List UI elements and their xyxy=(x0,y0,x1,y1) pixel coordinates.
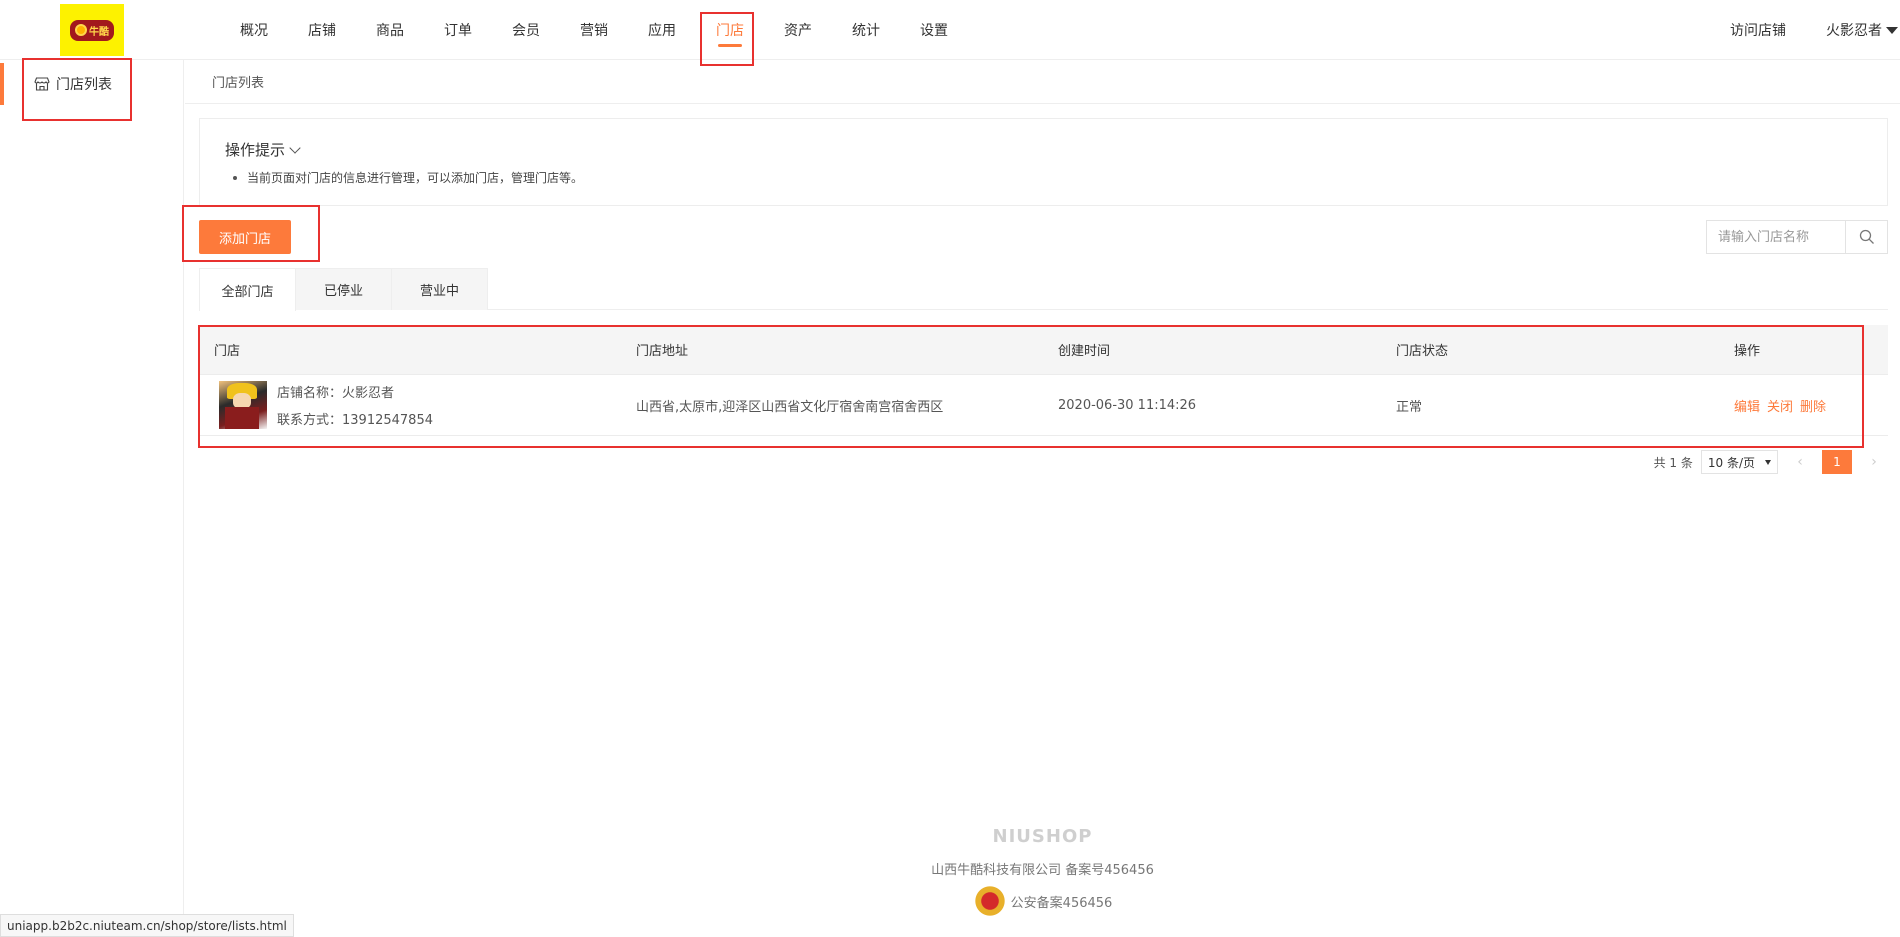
footer: NIUSHOP 山西牛酷科技有限公司 备案号456456 公安备案456456 xyxy=(185,826,1900,918)
status-bar-url: uniapp.b2b2c.niuteam.cn/shop/store/lists… xyxy=(0,914,294,937)
active-underline xyxy=(718,44,742,47)
breadcrumb-current: 门店列表 xyxy=(212,76,265,91)
search-button[interactable] xyxy=(1845,221,1887,253)
close-link[interactable]: 关闭 xyxy=(1767,396,1793,415)
tab-open[interactable]: 营业中 xyxy=(391,268,488,310)
active-indicator xyxy=(0,63,4,105)
store-status-tabs: 全部门店 已停业 营业中 xyxy=(199,268,1888,311)
nav-label: 概况 xyxy=(240,23,268,39)
store-name: 店铺名称：火影忍者 xyxy=(277,386,395,401)
header-actions: 操作 xyxy=(1734,344,1761,359)
search-input[interactable] xyxy=(1707,221,1845,253)
nav-item-goods[interactable]: 商品 xyxy=(356,0,424,60)
footer-brand: NIUSHOP xyxy=(992,826,1093,847)
sidebar: 门店列表 xyxy=(0,60,184,937)
header-status: 门店状态 xyxy=(1396,344,1449,359)
store-avatar xyxy=(219,381,267,429)
caret-down-icon xyxy=(1886,26,1898,34)
nav-item-settings[interactable]: 设置 xyxy=(900,0,968,60)
top-right-area: 访问店铺 火影忍者 xyxy=(1730,0,1900,60)
nav-label: 会员 xyxy=(512,23,540,39)
page-size-value: 10 条/页 xyxy=(1707,455,1755,470)
nav-item-members[interactable]: 会员 xyxy=(492,0,560,60)
username: 火影忍者 xyxy=(1826,23,1882,39)
cell-actions: 编辑 关闭 删除 xyxy=(1719,396,1888,415)
page-number[interactable]: 1 xyxy=(1822,450,1852,474)
header-store: 门店 xyxy=(214,344,241,359)
nav-item-assets[interactable]: 资产 xyxy=(764,0,832,60)
nav-item-orders[interactable]: 订单 xyxy=(424,0,492,60)
store-contact: 联系方式：13912547854 xyxy=(277,413,433,428)
nav-label: 商品 xyxy=(376,23,404,39)
table-row: 店铺名称：火影忍者 联系方式：13912547854 山西省,太原市,迎泽区山西… xyxy=(199,375,1888,436)
police-record-text[interactable]: 公安备案456456 xyxy=(1011,892,1113,911)
select-caret-icon xyxy=(1765,459,1771,465)
store-search xyxy=(1706,220,1888,254)
user-menu[interactable]: 火影忍者 xyxy=(1826,20,1898,40)
search-icon xyxy=(1859,229,1874,244)
store-icon xyxy=(34,77,50,91)
logo-emblem-icon xyxy=(75,24,87,36)
nav-label: 营销 xyxy=(580,23,608,39)
main-nav: 概况 店铺 商品 订单 会员 营销 应用 门店 资产 统计 设置 xyxy=(220,0,968,60)
total-count: 共 1 条 xyxy=(1653,455,1693,470)
footer-police-record: 公安备案456456 xyxy=(185,884,1900,918)
nav-label: 资产 xyxy=(784,23,812,39)
tab-label: 营业中 xyxy=(419,284,459,299)
cell-status: 正常 xyxy=(1396,399,1423,415)
nav-item-overview[interactable]: 概况 xyxy=(220,0,288,60)
header-created: 创建时间 xyxy=(1058,344,1111,359)
next-page-icon[interactable]: › xyxy=(1860,450,1888,474)
breadcrumb: 门店列表 xyxy=(185,60,1900,104)
tab-label: 全部门店 xyxy=(221,284,274,300)
nav-item-stores[interactable]: 门店 xyxy=(696,0,764,60)
tips-text: 当前页面对门店的信息进行管理，可以添加门店，管理门店等。 xyxy=(247,171,584,185)
logo-text: 牛酷 xyxy=(89,26,109,38)
tips-title: 操作提示 xyxy=(225,141,286,159)
nav-item-apps[interactable]: 应用 xyxy=(628,0,696,60)
sidebar-item-store-list[interactable]: 门店列表 xyxy=(0,63,183,105)
avatar-body xyxy=(225,407,259,429)
store-lines: 店铺名称：火影忍者 联系方式：13912547854 xyxy=(277,382,433,428)
chevron-down-icon xyxy=(289,141,301,154)
prev-page-icon[interactable]: ‹ xyxy=(1786,450,1814,474)
cell-store: 店铺名称：火影忍者 联系方式：13912547854 xyxy=(199,381,621,429)
top-navbar: 牛酷 概况 店铺 商品 订单 会员 营销 应用 门店 资产 统计 设置 访问店铺… xyxy=(0,0,1900,60)
bullet-icon xyxy=(233,175,237,180)
tab-closed[interactable]: 已停业 xyxy=(295,268,392,310)
nav-label: 应用 xyxy=(648,23,676,39)
nav-label: 设置 xyxy=(920,23,948,39)
edit-link[interactable]: 编辑 xyxy=(1734,396,1760,415)
nav-label: 店铺 xyxy=(308,23,336,39)
operation-tips-panel: 操作提示 当前页面对门店的信息进行管理，可以添加门店，管理门店等。 xyxy=(199,118,1888,206)
pagination: 共 1 条 10 条/页 ‹ 1 › xyxy=(1654,450,1888,474)
nav-item-stats[interactable]: 统计 xyxy=(832,0,900,60)
nav-label: 订单 xyxy=(444,23,472,39)
brand-logo[interactable]: 牛酷 xyxy=(60,4,124,56)
table-header: 门店 门店地址 创建时间 门店状态 操作 xyxy=(199,325,1888,375)
cell-created: 2020-06-30 11:14:26 xyxy=(1058,397,1197,413)
nav-item-shop[interactable]: 店铺 xyxy=(288,0,356,60)
tab-all-stores[interactable]: 全部门店 xyxy=(199,268,296,311)
nav-item-marketing[interactable]: 营销 xyxy=(560,0,628,60)
cell-address: 山西省,太原市,迎泽区山西省文化厅宿舍南宫宿舍西区 xyxy=(636,399,944,415)
nav-label: 统计 xyxy=(852,23,880,39)
delete-link[interactable]: 删除 xyxy=(1800,396,1826,415)
store-info: 店铺名称：火影忍者 联系方式：13912547854 xyxy=(214,381,621,429)
visit-store-link[interactable]: 访问店铺 xyxy=(1730,20,1786,40)
tips-item: 当前页面对门店的信息进行管理，可以添加门店，管理门店等。 xyxy=(233,169,583,186)
tab-label: 已停业 xyxy=(323,284,363,299)
nav-label: 门店 xyxy=(716,23,744,39)
add-store-button[interactable]: 添加门店 xyxy=(199,220,291,254)
store-table: 门店 门店地址 创建时间 门店状态 操作 店铺名称：火影忍者 联系方式：1391… xyxy=(199,325,1888,436)
footer-company: 山西牛酷科技有限公司 备案号456456 xyxy=(931,863,1154,878)
page-size-select[interactable]: 10 条/页 xyxy=(1700,450,1778,474)
header-address: 门店地址 xyxy=(636,344,689,359)
logo-mark: 牛酷 xyxy=(70,19,114,41)
tips-toggle[interactable]: 操作提示 xyxy=(225,139,301,160)
row-actions: 编辑 关闭 删除 xyxy=(1734,396,1888,415)
police-emblem-icon xyxy=(972,884,1007,918)
sidebar-item-label: 门店列表 xyxy=(56,77,112,93)
